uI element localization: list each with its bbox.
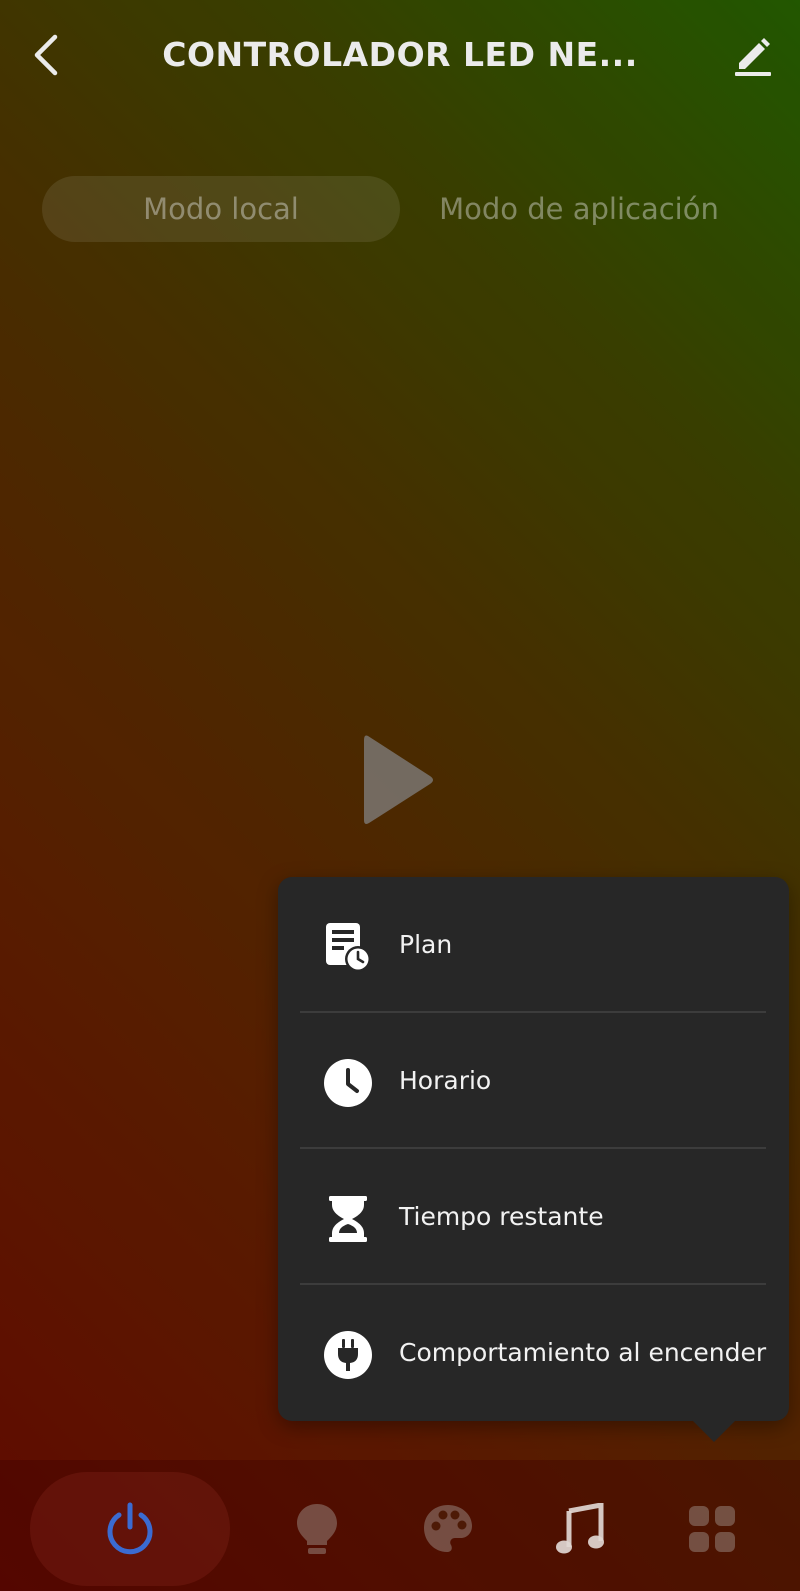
play-icon [364,735,433,824]
header: CONTROLADOR LED NE... [0,0,800,110]
menu-item-label: Plan [399,930,453,959]
clock-icon [322,1057,374,1109]
play-button[interactable] [360,730,440,830]
menu-item-plan[interactable]: Plan [278,877,789,1013]
pencil-icon [735,38,771,76]
nav-more-button[interactable] [667,1472,757,1586]
music-note-icon [556,1503,604,1554]
nav-scenes-button[interactable] [403,1472,493,1586]
menu-item-label: Tiempo restante [399,1202,604,1231]
menu-item-label: Comportamiento al encender [399,1338,767,1367]
menu-item-horario[interactable]: Horario [278,1013,789,1149]
timer-popup-menu: Plan Horario Tiempo restante Comportamie… [278,877,789,1421]
power-icon [107,1502,153,1555]
nav-power-button[interactable] [30,1472,230,1586]
menu-item-comportamiento[interactable]: Comportamiento al encender [278,1285,789,1421]
tab-modo-local[interactable]: Modo local [42,176,400,242]
tab-modo-aplicacion[interactable]: Modo de aplicación [400,176,758,242]
power-plug-icon [322,1329,374,1381]
palette-icon [424,1505,472,1552]
popup-pointer [692,1420,736,1442]
menu-item-tiempo-restante[interactable]: Tiempo restante [278,1149,789,1285]
chevron-left-icon [34,34,58,76]
bottom-nav [0,1460,800,1591]
lightbulb-icon [297,1504,337,1554]
schedule-plan-icon [322,921,374,973]
back-button[interactable] [24,30,68,80]
mode-tabs: Modo local Modo de aplicación [42,176,758,242]
menu-item-label: Horario [399,1066,492,1095]
nav-light-button[interactable] [272,1472,362,1586]
edit-button[interactable] [728,30,778,80]
nav-music-button[interactable] [535,1472,625,1586]
page-title: CONTROLADOR LED NE... [162,35,638,74]
grid-menu-icon [689,1506,735,1552]
hourglass-icon [322,1193,374,1245]
